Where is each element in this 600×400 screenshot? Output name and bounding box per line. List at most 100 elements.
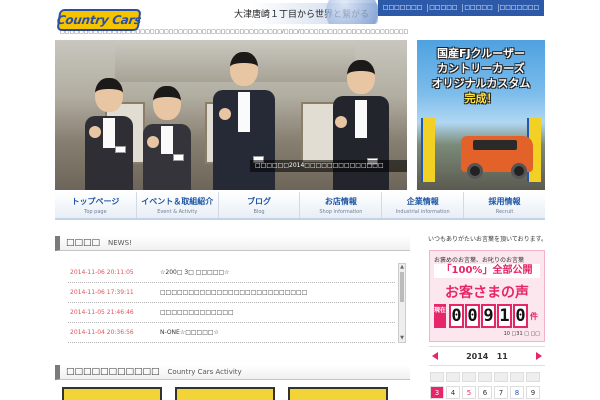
activity-section-heading: □□□□□□□□□□□ Country Cars Activity: [55, 365, 410, 380]
calendar-cell: [446, 372, 460, 382]
voice-line-3: お客さまの声: [445, 285, 529, 301]
news-date: 2014-11-05 21:46:46: [70, 309, 134, 316]
nav-sublabel: Blog: [253, 208, 265, 215]
nav-recruit[interactable]: 採用情報 Recruit: [464, 192, 545, 218]
nav-label: イベント＆取組紹介: [141, 196, 214, 206]
staff-group-photo[interactable]: □□□□□□2014□□□□□□□□□□□□□□: [55, 40, 407, 190]
nav-sublabel: Industrial information: [395, 208, 450, 215]
calendar-year: 2014: [466, 351, 489, 361]
news-scrollbar[interactable]: ▲ ▼: [398, 263, 406, 343]
fj-cruiser-promo-banner[interactable]: 国産FJクルーザー カントリーカーズ オリジナルカスタム 完成！: [417, 40, 545, 190]
activity-tile[interactable]: [62, 387, 162, 400]
news-list: 2014-11-06 20:11:05 ☆200□ 3□ □□□□□☆ 2014…: [68, 263, 395, 343]
news-title[interactable]: □□□□□□□□□□□□□: [160, 309, 234, 316]
news-date: 2014-11-06 20:11:05: [70, 269, 134, 276]
staff-person: [85, 78, 133, 190]
hero-caption[interactable]: □□□□□□2014□□□□□□□□□□□□□□: [250, 160, 407, 172]
calendar-day[interactable]: 6: [478, 386, 492, 399]
voice-line-2: 「100%」全部公開: [434, 264, 540, 278]
counter-as-of: 10 □31 □ □□: [503, 331, 540, 337]
scroll-thumb[interactable]: [400, 272, 404, 302]
counter-digit: 0: [513, 304, 528, 328]
calendar-grid: 3 4 5 6 7 8 9: [429, 372, 545, 400]
voice-line-1: お褒めのお言葉、お叱りのお言葉: [434, 257, 525, 264]
calendar-day[interactable]: 3: [430, 386, 444, 399]
news-title[interactable]: N-ONE☆□□□□□☆: [160, 329, 219, 336]
staff-person: [143, 86, 191, 190]
calendar-cell: [526, 372, 540, 382]
site-logo[interactable]: Country Cars: [55, 9, 143, 31]
site-header: Country Cars 大津唐崎１丁目から世界と繋がる □□□□□□□ □□□…: [0, 0, 600, 40]
voice-counter: 現在 0 0 9 1 0 件: [434, 304, 540, 328]
fj-cruiser-car: [461, 136, 533, 179]
nav-shop-information[interactable]: お店情報 Shop information: [300, 192, 383, 218]
counter-digit: 0: [449, 304, 464, 328]
promo-headline: 国産FJクルーザー カントリーカーズ オリジナルカスタム 完成！: [421, 46, 541, 106]
news-item[interactable]: 2014-11-06 20:11:05 ☆200□ 3□ □□□□□☆: [68, 263, 395, 283]
news-title[interactable]: □□□□□□□□□□□□□□□□□□□□□□□□□□: [160, 289, 307, 296]
calendar-cell: [462, 372, 476, 382]
nav-label: お店情報: [324, 196, 357, 206]
counter-label: 現在: [434, 304, 446, 328]
top-link-3[interactable]: □□□□□: [462, 4, 493, 12]
top-link-2[interactable]: □□□□□: [427, 4, 458, 12]
counter-digits: 0 0 9 1 0: [448, 304, 528, 328]
news-date: 2014-11-04 20:36:56: [70, 329, 134, 336]
calendar-cell: [430, 372, 444, 382]
chevron-right-icon[interactable]: [535, 352, 542, 360]
nav-blog[interactable]: ブログ Blog: [219, 192, 301, 218]
chevron-left-icon[interactable]: [432, 352, 438, 360]
nav-industrial-information[interactable]: 企業情報 Industrial information: [382, 192, 465, 218]
globe-icon: [318, 0, 378, 24]
activity-tile[interactable]: [288, 387, 388, 400]
logo-text: Country Cars: [55, 13, 143, 27]
nav-label: トップページ: [71, 196, 120, 206]
promo-line-3: オリジナルカスタム: [431, 77, 531, 90]
promo-flag: [421, 118, 435, 182]
news-item[interactable]: 2014-11-06 17:39:11 □□□□□□□□□□□□□□□□□□□□…: [68, 283, 395, 303]
nav-event-activity[interactable]: イベント＆取組紹介 Event & Activity: [137, 192, 219, 218]
calendar-cell: [510, 372, 524, 382]
nav-label: 企業情報: [406, 196, 439, 206]
news-heading-jp: □□□□: [66, 238, 101, 248]
calendar-day[interactable]: 7: [494, 386, 508, 399]
promo-line-2: カントリーカーズ: [437, 62, 525, 75]
main-navigation: トップページ Top page イベント＆取組紹介 Event & Activi…: [55, 192, 545, 220]
calendar-header: 2014 11: [429, 346, 545, 366]
scroll-up-icon[interactable]: ▲: [399, 264, 405, 271]
calendar-cell: [478, 372, 492, 382]
news-item[interactable]: 2014-11-05 21:46:46 □□□□□□□□□□□□□: [68, 303, 395, 323]
counter-digit: 9: [481, 304, 496, 328]
nav-sublabel: Event & Activity: [157, 208, 198, 215]
sidebar-intro: いつもありがたいお言葉を頂いております。: [428, 236, 548, 243]
news-heading-en: NEWS!: [108, 239, 132, 247]
promo-line-4: 完成！: [464, 92, 498, 105]
nav-label: 採用情報: [488, 196, 521, 206]
top-link-4[interactable]: □□□□□□□: [497, 4, 541, 12]
activity-tile[interactable]: [175, 387, 275, 400]
calendar-day[interactable]: 8: [510, 386, 524, 399]
news-date: 2014-11-06 17:39:11: [70, 289, 134, 296]
calendar-day[interactable]: 4: [446, 386, 460, 399]
calendar-title: 2014 11: [466, 352, 508, 361]
nav-label: ブログ: [247, 196, 272, 206]
top-link-1[interactable]: □□□□□□□: [382, 4, 424, 12]
news-item[interactable]: 2014-11-04 20:36:56 N-ONE☆□□□□□☆: [68, 323, 395, 343]
calendar-day[interactable]: 5: [462, 386, 476, 399]
customer-voice-banner[interactable]: お褒めのお言葉、お叱りのお言葉 「100%」全部公開 お客さまの声 現在 0 0…: [429, 250, 545, 342]
activity-heading-jp: □□□□□□□□□□□: [66, 367, 160, 377]
counter-unit: 件: [530, 311, 538, 321]
calendar-day[interactable]: 9: [526, 386, 540, 399]
header-subtitle: □□□□□□□□□□□□□□□□□□□□□□□□□□□□□□□□□□□□□□□□…: [60, 29, 409, 35]
news-title[interactable]: ☆200□ 3□ □□□□□☆: [160, 269, 230, 276]
hero-banner: □□□□□□2014□□□□□□□□□□□□□□ 国産FJクルーザー カントリー…: [55, 40, 545, 190]
calendar-month: 11: [496, 351, 508, 361]
scroll-down-icon[interactable]: ▼: [399, 335, 405, 342]
calendar-cell: [494, 372, 508, 382]
counter-digit: 1: [497, 304, 512, 328]
news-section-heading: □□□□ NEWS!: [55, 236, 410, 251]
counter-digit: 0: [465, 304, 480, 328]
nav-top-page[interactable]: トップページ Top page: [55, 192, 137, 218]
nav-sublabel: Shop information: [319, 208, 363, 215]
promo-line-1: 国産FJクルーザー: [436, 47, 526, 60]
